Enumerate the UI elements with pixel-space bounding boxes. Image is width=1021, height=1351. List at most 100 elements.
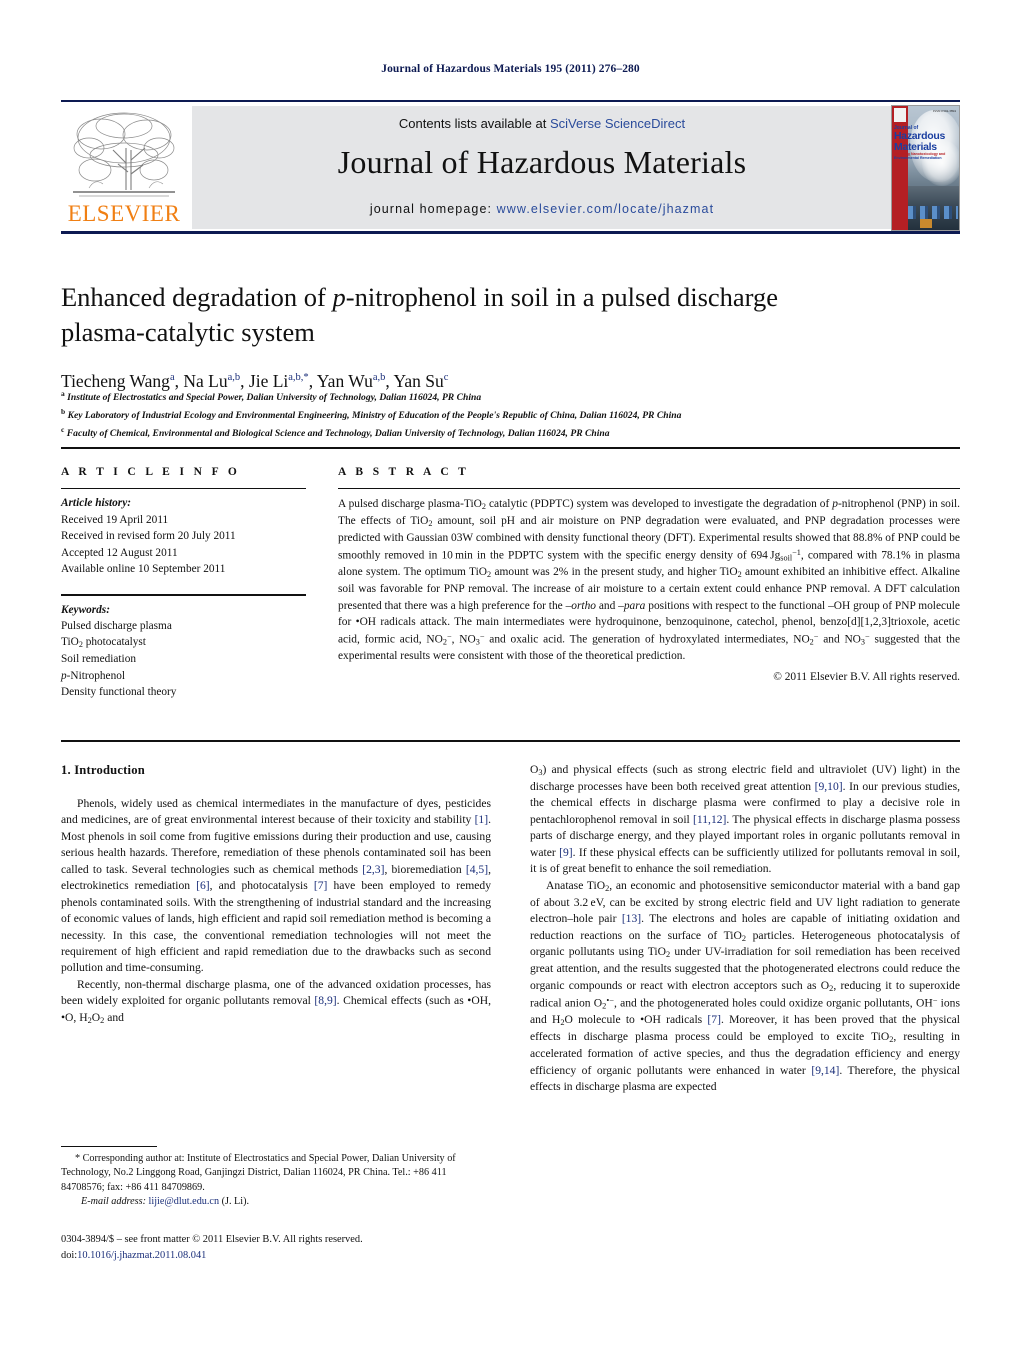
author-affil-marker[interactable]: a,b,* bbox=[288, 372, 308, 383]
page-title: Enhanced degradation of p-nitrophenol in… bbox=[61, 280, 891, 350]
affiliation-text: Faculty of Chemical, Environmental and B… bbox=[66, 427, 610, 439]
journal-homepage-line: journal homepage: www.elsevier.com/locat… bbox=[192, 202, 892, 216]
abstract-band-top-rule bbox=[61, 447, 960, 449]
author-affil-marker[interactable]: a,b bbox=[228, 372, 241, 383]
elsevier-tree-icon bbox=[69, 108, 179, 200]
affiliation-list: a Institute of Electrostatics and Specia… bbox=[61, 388, 961, 441]
history-item: Accepted 12 August 2011 bbox=[61, 546, 178, 559]
history-item: Received in revised form 20 July 2011 bbox=[61, 530, 236, 543]
cover-title-block: Journal of Hazardous Materials Including… bbox=[894, 126, 950, 160]
keyword-item: Density functional theory bbox=[61, 685, 177, 698]
title-line-1a: Enhanced degradation of bbox=[61, 282, 333, 312]
title-line-2: plasma-catalytic system bbox=[61, 317, 315, 348]
author-affil-marker[interactable]: c bbox=[444, 372, 449, 383]
abstract-heading: A B S T R A C T bbox=[338, 466, 470, 478]
title-line-1b: -nitrophenol in soil in a pulsed dischar… bbox=[345, 282, 779, 312]
issn-line: 0304-3894/$ – see front matter © 2011 El… bbox=[61, 1234, 363, 1245]
paragraph: Phenols, widely used as chemical interme… bbox=[61, 796, 492, 975]
body-column-left: 1. Introduction Phenols, widely used as … bbox=[61, 762, 491, 1027]
affiliation-marker: a bbox=[61, 389, 65, 398]
citation-ref[interactable]: [7] bbox=[707, 1013, 721, 1026]
citation-ref[interactable]: [9,14] bbox=[811, 1064, 839, 1077]
article-history-label: Article history: bbox=[61, 497, 131, 510]
body-column-right: O3) and physical effects (such as strong… bbox=[530, 762, 960, 1095]
citation-ref[interactable]: [2,3] bbox=[362, 863, 384, 876]
paragraph: O3) and physical effects (such as strong… bbox=[530, 763, 961, 876]
cover-line-materials: Materials bbox=[894, 140, 937, 153]
doi-line: doi:10.1016/j.jhazmat.2011.08.041 bbox=[61, 1248, 501, 1264]
footnote-separator-rule bbox=[61, 1146, 157, 1148]
affiliation-marker: c bbox=[61, 424, 65, 434]
keywords-label: Keywords: bbox=[61, 603, 110, 616]
elsevier-logo: ELSEVIER bbox=[61, 106, 187, 229]
keyword-item: TiO2 photocatalyst bbox=[61, 636, 146, 650]
affiliation-marker: b bbox=[61, 406, 66, 416]
citation-ref[interactable]: [8,9] bbox=[314, 994, 336, 1007]
article-page: Journal of Hazardous Materials 195 (2011… bbox=[0, 0, 1021, 1351]
elsevier-wordmark: ELSEVIER bbox=[67, 201, 181, 226]
sciencedirect-link[interactable]: SciVerse ScienceDirect bbox=[550, 116, 685, 131]
running-head: Journal of Hazardous Materials 195 (2011… bbox=[381, 63, 640, 75]
email-attribution: (J. Li). bbox=[221, 1196, 250, 1208]
citation-ref[interactable]: [9,10] bbox=[815, 780, 843, 793]
cover-corner-text: ISSN 0304-3894 bbox=[933, 109, 956, 113]
email-label: E-mail address: bbox=[81, 1196, 146, 1208]
keyword-item: Pulsed discharge plasma bbox=[61, 620, 172, 633]
journal-title: Journal of Hazardous Materials bbox=[337, 144, 747, 180]
keyword-item: Soil remediation bbox=[61, 653, 136, 666]
citation-ref[interactable]: [1] bbox=[475, 813, 489, 826]
citation-ref[interactable]: [6] bbox=[196, 879, 210, 892]
title-italic-p: p bbox=[332, 282, 346, 312]
abstract-body: A pulsed discharge plasma-TiO2 catalytic… bbox=[338, 498, 961, 663]
colophon-block: 0304-3894/$ – see front matter © 2011 El… bbox=[61, 1232, 501, 1263]
abstract-rule bbox=[338, 488, 960, 490]
affiliation-item: b Key Laboratory of Industrial Ecology a… bbox=[61, 406, 961, 424]
citation-ref[interactable]: [13] bbox=[622, 912, 641, 925]
affiliation-item: c Faculty of Chemical, Environmental and… bbox=[61, 424, 961, 442]
keywords-rule bbox=[61, 594, 306, 596]
citation-ref[interactable]: [7] bbox=[314, 879, 328, 892]
masthead-bottom-rule bbox=[61, 231, 960, 234]
affiliation-item: a Institute of Electrostatics and Specia… bbox=[61, 388, 961, 406]
cover-drum bbox=[920, 219, 932, 228]
journal-masthead: ELSEVIER Contents lists available at Sci… bbox=[61, 100, 960, 234]
footnote-block: * Corresponding author at: Institute of … bbox=[61, 1152, 491, 1210]
masthead-top-rule bbox=[61, 100, 960, 102]
history-item: Available online 10 September 2011 bbox=[61, 562, 226, 575]
paragraph: Anatase TiO2, an economic and photosensi… bbox=[530, 878, 961, 1093]
contents-prefix: Contents lists available at bbox=[398, 116, 550, 131]
cover-line-hazardous: Hazardous bbox=[894, 130, 945, 142]
email-line: E-mail address: lijie@dlut.edu.cn (J. Li… bbox=[61, 1195, 491, 1209]
affiliation-text: Key Laboratory of Industrial Ecology and… bbox=[67, 409, 682, 421]
journal-cover-thumbnail: ISSN 0304-3894 Journal of Hazardous Mate… bbox=[891, 105, 960, 231]
section-heading-introduction: 1. Introduction bbox=[61, 763, 145, 777]
doi-link[interactable]: 10.1016/j.jhazmat.2011.08.041 bbox=[77, 1250, 206, 1261]
history-item: Received 19 April 2011 bbox=[61, 513, 169, 526]
paragraph: Recently, non-thermal discharge plasma, … bbox=[61, 977, 491, 1025]
contents-lists-line: Contents lists available at SciVerse Sci… bbox=[192, 116, 892, 131]
citation-ref[interactable]: [4,5] bbox=[466, 863, 488, 876]
abstract-copyright: © 2011 Elsevier B.V. All rights reserved… bbox=[773, 670, 960, 683]
author-affil-marker[interactable]: a,b bbox=[373, 372, 386, 383]
keyword-item: p-Nitrophenol bbox=[61, 669, 126, 682]
citation-ref[interactable]: [9] bbox=[559, 846, 573, 859]
keywords-block: Keywords: Pulsed discharge plasma TiO2 p… bbox=[61, 602, 306, 701]
abstract-column: A B S T R A C T A pulsed discharge plasm… bbox=[338, 466, 960, 683]
tree-svg bbox=[73, 112, 175, 197]
cover-subtitle-2: Environmental Remediation bbox=[894, 155, 942, 160]
citation-ref[interactable]: [11,12] bbox=[693, 813, 726, 826]
article-history-block: Article history: Received 19 April 2011 … bbox=[61, 495, 306, 577]
article-info-heading: A R T I C L E I N F O bbox=[61, 466, 241, 478]
article-info-rule bbox=[61, 488, 306, 490]
cover-elsevier-mark bbox=[894, 108, 906, 122]
abstract-band-bottom-rule bbox=[61, 740, 960, 742]
journal-banner: Contents lists available at SciVerse Sci… bbox=[192, 106, 892, 229]
article-info-column: A R T I C L E I N F O Article history: R… bbox=[61, 466, 306, 700]
email-link[interactable]: lijie@dlut.edu.cn bbox=[149, 1196, 220, 1207]
corresponding-author-note: * Corresponding author at: Institute of … bbox=[61, 1153, 456, 1193]
doi-label: doi: bbox=[61, 1249, 78, 1261]
homepage-label: journal homepage: bbox=[369, 202, 497, 216]
affiliation-text: Institute of Electrostatics and Special … bbox=[67, 392, 482, 404]
homepage-url-link[interactable]: www.elsevier.com/locate/jhazmat bbox=[497, 202, 715, 216]
